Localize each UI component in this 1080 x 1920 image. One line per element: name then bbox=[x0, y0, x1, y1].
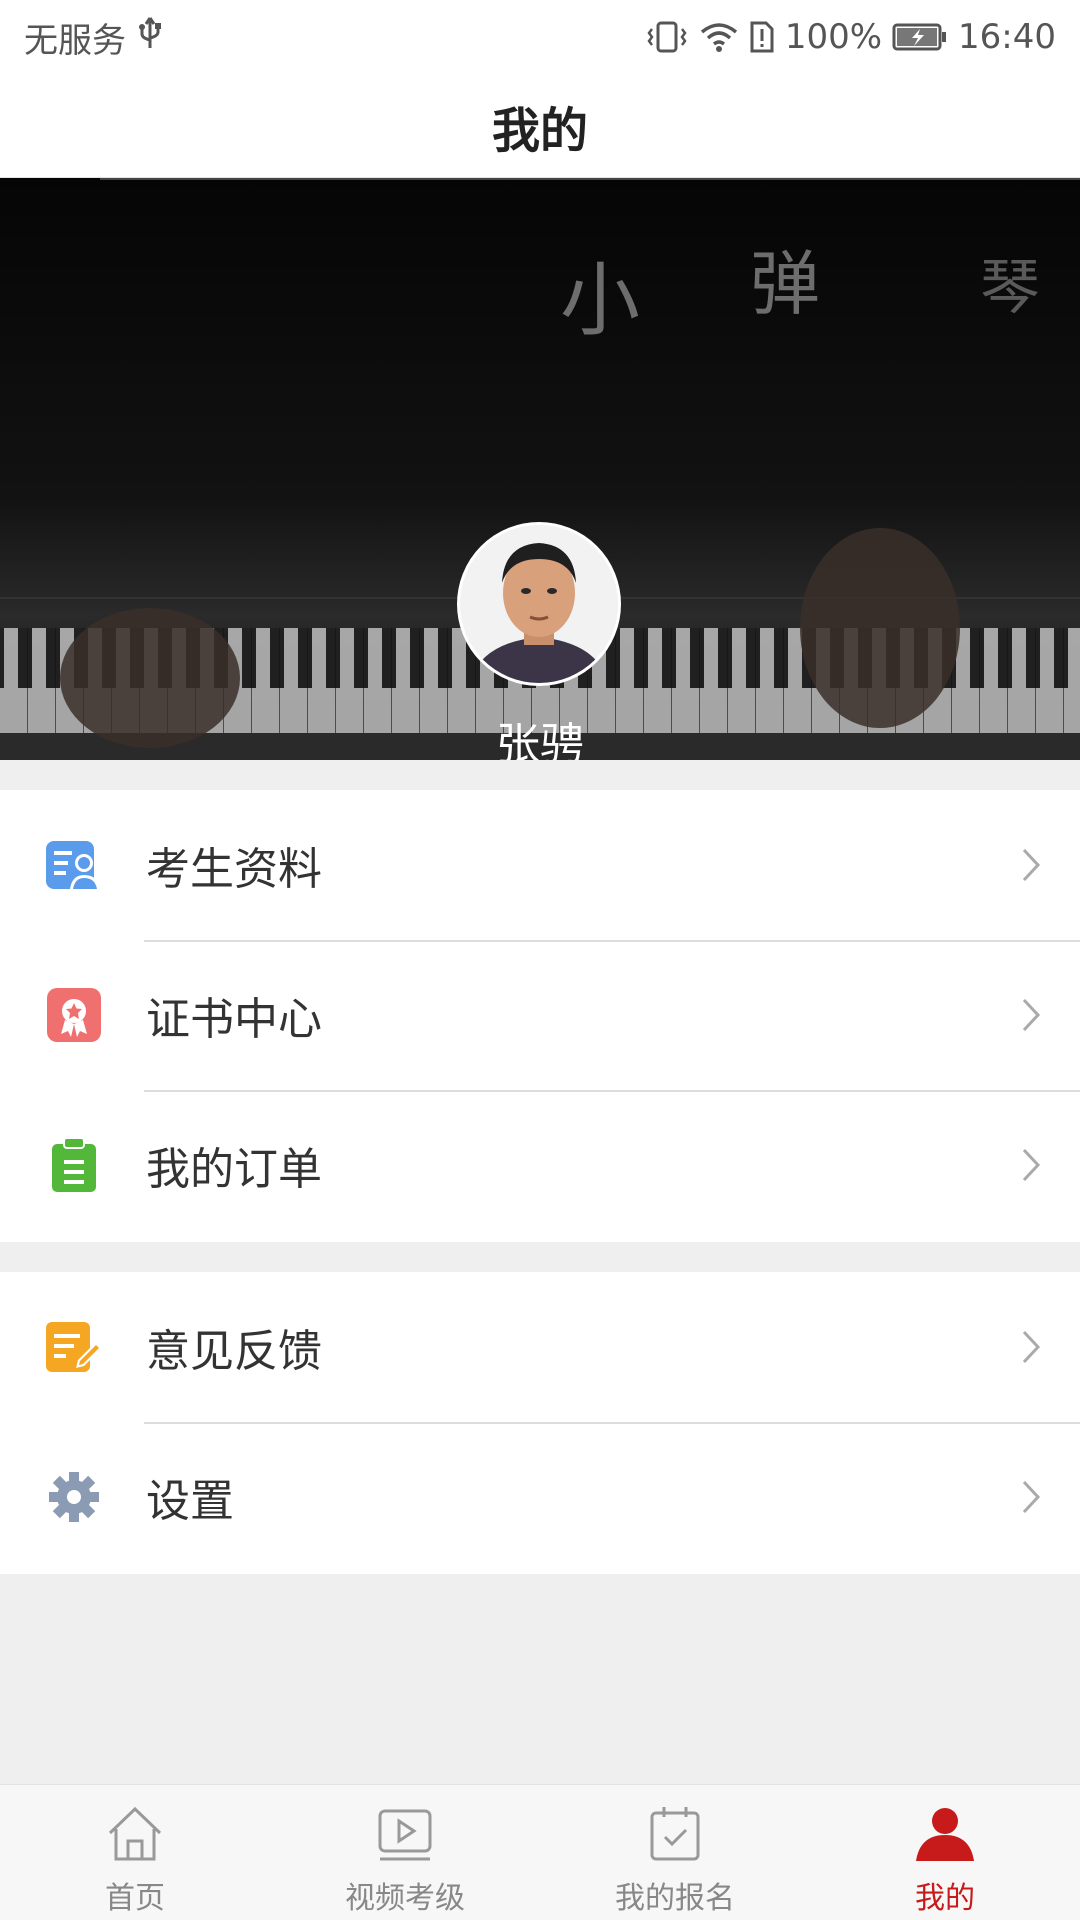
chevron-right-icon bbox=[1022, 848, 1041, 882]
watermark-char-2: 弹 bbox=[750, 243, 820, 325]
menu-label: 我的订单 bbox=[146, 1144, 322, 1195]
tab-label: 我的 bbox=[915, 1881, 975, 1916]
tab-mine[interactable]: 我的 bbox=[810, 1785, 1080, 1920]
chevron-right-icon bbox=[1022, 1148, 1041, 1182]
carrier-text: 无服务 bbox=[24, 20, 126, 61]
menu-item-certificate-center[interactable]: 证书中心 bbox=[0, 940, 1080, 1090]
chevron-right-icon bbox=[1022, 998, 1041, 1032]
wifi-icon bbox=[699, 20, 739, 54]
menu-item-student-profile[interactable]: 考生资料 bbox=[0, 790, 1080, 940]
tab-label: 视频考级 bbox=[345, 1881, 465, 1916]
status-bar: 无服务 100% 16:40 bbox=[0, 0, 1080, 74]
title-bar: 我的 bbox=[0, 74, 1080, 178]
user-name: 张骋 bbox=[496, 719, 584, 760]
vibrate-icon bbox=[645, 20, 689, 54]
chevron-right-icon bbox=[1022, 1330, 1041, 1364]
tab-label: 首页 bbox=[105, 1881, 165, 1916]
menu-group-misc: 意见反馈 设置 bbox=[0, 1272, 1080, 1574]
menu-label: 设置 bbox=[146, 1476, 234, 1527]
status-left: 无服务 bbox=[24, 13, 164, 62]
watermark-char-3: 琴 bbox=[980, 253, 1040, 323]
tab-my-registration[interactable]: 我的报名 bbox=[540, 1785, 810, 1920]
usb-icon bbox=[136, 16, 164, 59]
menu-label: 意见反馈 bbox=[146, 1326, 322, 1377]
status-right: 100% 16:40 bbox=[645, 17, 1056, 57]
clock: 16:40 bbox=[958, 17, 1056, 57]
menu-label: 证书中心 bbox=[146, 994, 322, 1045]
menu-item-settings[interactable]: 设置 bbox=[0, 1422, 1080, 1572]
home-icon bbox=[108, 1806, 162, 1861]
certificate-icon bbox=[46, 987, 102, 1043]
student-profile-icon bbox=[46, 837, 102, 893]
tab-home[interactable]: 首页 bbox=[0, 1785, 270, 1920]
menu-item-my-orders[interactable]: 我的订单 bbox=[0, 1090, 1080, 1240]
calendar-check-icon bbox=[650, 1807, 700, 1861]
video-play-icon bbox=[378, 1809, 432, 1861]
feedback-edit-icon bbox=[46, 1319, 102, 1375]
order-clipboard-icon bbox=[46, 1137, 102, 1193]
gear-icon bbox=[46, 1469, 102, 1525]
profile-banner: 小 弹 琴 张骋 bbox=[0, 178, 1080, 760]
menu-label: 考生资料 bbox=[146, 844, 322, 895]
tab-label: 我的报名 bbox=[615, 1881, 735, 1916]
sim-alert-icon bbox=[749, 20, 775, 54]
avatar[interactable] bbox=[457, 522, 621, 686]
battery-percent: 100% bbox=[784, 17, 883, 57]
chevron-right-icon bbox=[1022, 1480, 1041, 1514]
battery-charging-icon bbox=[892, 22, 948, 52]
avatar-photo bbox=[460, 525, 618, 683]
tab-video-exam[interactable]: 视频考级 bbox=[270, 1785, 540, 1920]
menu-group-account: 考生资料 证书中心 我的订单 bbox=[0, 790, 1080, 1242]
watermark-char-1: 小 bbox=[560, 254, 640, 347]
user-icon bbox=[916, 1808, 974, 1861]
page-title: 我的 bbox=[491, 102, 588, 159]
bottom-tab-bar: 首页 视频考级 我的报名 我的 bbox=[0, 1784, 1080, 1920]
menu-item-feedback[interactable]: 意见反馈 bbox=[0, 1272, 1080, 1422]
